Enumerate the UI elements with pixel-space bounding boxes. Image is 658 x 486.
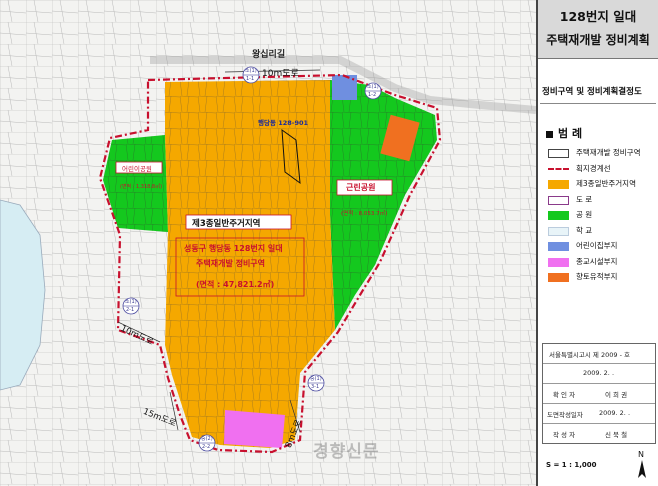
notice-line1: 서울특별시고시 제 2009 - 호 (549, 351, 630, 359)
map-sheet: 왕십리길 10m도로 10m도로 15m도로 8m도로 소(1) 1-1 소(1… (0, 0, 658, 486)
legend-list: 주택재개발 정비구역 획지경계선 제3종일반주거지역 도 로 공 원 학 교 어… (544, 146, 656, 286)
marker-r-top: 중(1) (310, 376, 322, 382)
park-right-name: 근린공원 (346, 183, 376, 192)
legend-item: 종교시설부지 (544, 255, 656, 271)
project-name-line2: 주택재개발 정비구역 (196, 259, 266, 268)
legend-bullet-icon (546, 130, 553, 138)
swatch-religious (548, 257, 569, 267)
notice-table: 서울특별시고시 제 2009 - 호 2009. 2. . 확 인 자 이 희 권… (542, 343, 656, 444)
legend-item: 획지경계선 (544, 162, 656, 178)
notice-value: 2009. 2. . (599, 409, 631, 417)
notice-row: 작 성 자신 북 철 (543, 424, 655, 443)
legend-item: 주택재개발 정비구역 (544, 146, 656, 162)
notice-row: 확 인 자이 희 권 (543, 384, 655, 404)
legend-item: 공 원 (544, 208, 656, 224)
legend-label: 제3종일반주거지역 (576, 179, 636, 188)
legend-label: 향토유적부지 (576, 272, 618, 281)
parcel-label: 행당동 128-901 (258, 119, 309, 127)
map-area[interactable]: 왕십리길 10m도로 10m도로 15m도로 8m도로 소(1) 1-1 소(1… (0, 0, 536, 486)
swatch-road (548, 195, 569, 205)
watermark: 경향신문 (313, 442, 380, 462)
swatch-boundary (548, 149, 569, 158)
swatch-park (548, 211, 569, 220)
swatch-lot-line (548, 167, 569, 170)
project-name-line1: 성동구 행당동 128번지 일대 (184, 244, 283, 253)
title-box: 128번지 일대 주택재개발 정비계획 (538, 0, 658, 59)
notice-row: 도면작성일자 2009. 2. . (543, 404, 655, 424)
notice-line2: 2009. 2. . (583, 369, 615, 377)
park-left-area: (면적 : 1,318.8㎡) (120, 184, 163, 190)
marker-tl-bottom: 1-1 (246, 76, 255, 82)
notice-line1-row: 서울특별시고시 제 2009 - 호 (543, 344, 655, 364)
marker-b-top: 중(2) (201, 436, 213, 442)
swatch-heritage (548, 273, 569, 282)
zone-label: 제3종일반주거지역 (192, 219, 261, 229)
legend-label: 공 원 (576, 210, 593, 219)
notice-value: 신 북 철 (605, 431, 628, 439)
legend-item: 도 로 (544, 193, 656, 209)
religious-site[interactable] (224, 410, 285, 448)
marker-l-top: 소(1) (125, 299, 137, 305)
legend-item: 향토유적부지 (544, 270, 656, 286)
legend-label: 도 로 (576, 194, 593, 204)
park-left-name: 어린이공원 (122, 165, 152, 173)
legend-title-text: 범 례 (558, 127, 583, 140)
legend-label: 어린이집부지 (576, 241, 618, 250)
legend-label: 종교시설부지 (576, 256, 618, 266)
legend-title: 범 례 (546, 125, 582, 141)
swatch-school (548, 226, 569, 236)
swatch-residential (548, 180, 569, 189)
scale-text: S = 1 : 1,000 (546, 461, 597, 469)
subtitle-divider (540, 103, 656, 104)
legend-item: 제3종일반주거지역 (544, 177, 656, 193)
legend-label: 주택재개발 정비구역 (576, 148, 641, 157)
notice-key: 도면작성일자 (547, 411, 583, 419)
legend-item: 학 교 (544, 224, 656, 240)
park-right-area: (면적 : 8,053.7㎡) (341, 211, 388, 217)
notice-value: 이 희 권 (605, 391, 628, 399)
marker-tr-bottom: 1-2 (368, 92, 377, 98)
north-arrow-icon: N (633, 448, 651, 486)
marker-tr-top: 소(1) (367, 84, 379, 90)
north-letter: N (638, 450, 644, 459)
plan-subtitle: 정비구역 및 정비계획결정도 (542, 87, 642, 97)
legend-panel: 128번지 일대 주택재개발 정비계획 정비구역 및 정비계획결정도 범 례 주… (536, 0, 658, 486)
title-line1: 128번지 일대 (559, 9, 637, 24)
swatch-daycare (548, 242, 569, 251)
marker-b-bottom: 2-2 (202, 444, 211, 450)
legend-item: 어린이집부지 (544, 239, 656, 255)
street-label: 왕십리길 (252, 50, 286, 60)
title-line2: 주택재개발 정비계획 (546, 33, 650, 47)
marker-r-bottom: 3-1 (311, 384, 320, 390)
road-10m-top: 10m도로 (262, 69, 299, 79)
marker-l-bottom: 2-1 (126, 307, 135, 313)
legend-label: 학 교 (576, 225, 593, 235)
project-area: (면적 : 47,821.2㎡) (196, 280, 275, 289)
notice-line2-row: 2009. 2. . (543, 364, 655, 384)
notice-key: 작 성 자 (553, 431, 576, 439)
marker-tl-top: 소(1) (245, 68, 257, 74)
legend-label: 획지경계선 (576, 163, 611, 173)
notice-key: 확 인 자 (553, 391, 576, 399)
